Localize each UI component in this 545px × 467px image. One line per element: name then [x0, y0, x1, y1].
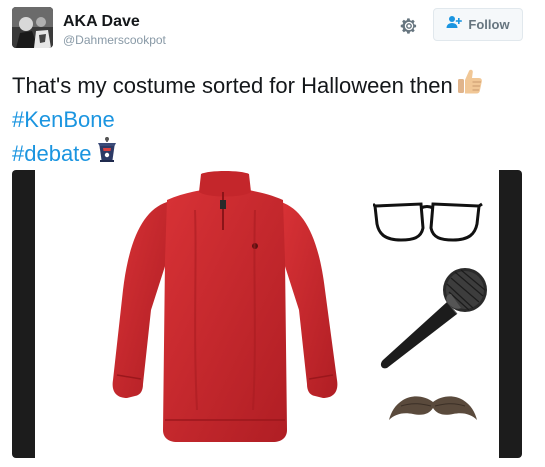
author-handle[interactable]: @Dahmerscookpot — [63, 33, 166, 47]
tweet-text: That's my costume sorted for Halloween t… — [12, 67, 537, 171]
hashtag-kenbone[interactable]: #KenBone — [12, 104, 537, 136]
microphone-image — [380, 268, 487, 369]
tweet-body-text: That's my costume sorted for Halloween t… — [12, 72, 453, 98]
author-name[interactable]: AKA Dave — [63, 13, 140, 31]
follow-button[interactable]: Follow — [433, 8, 523, 41]
hashtag-debate[interactable]: #debate — [12, 136, 537, 171]
gear-icon[interactable] — [399, 16, 419, 36]
debate-podium-icon — [96, 136, 118, 171]
hashtag-debate-text: #debate — [12, 140, 92, 166]
media-image — [35, 170, 499, 458]
glasses-image — [373, 202, 483, 242]
tweet-line-1: That's my costume sorted for Halloween t… — [12, 67, 537, 104]
follow-label: Follow — [468, 17, 510, 32]
red-sweater-image — [112, 171, 338, 442]
thumbs-up-icon — [457, 67, 483, 104]
mustache-image — [389, 396, 477, 420]
tweet-header: AKA Dave @Dahmerscookpot Follow — [0, 0, 545, 60]
add-user-icon — [446, 15, 463, 34]
avatar[interactable] — [12, 7, 53, 48]
hashtag-kenbone-text: #KenBone — [12, 107, 115, 132]
tweet-media[interactable] — [12, 170, 522, 458]
